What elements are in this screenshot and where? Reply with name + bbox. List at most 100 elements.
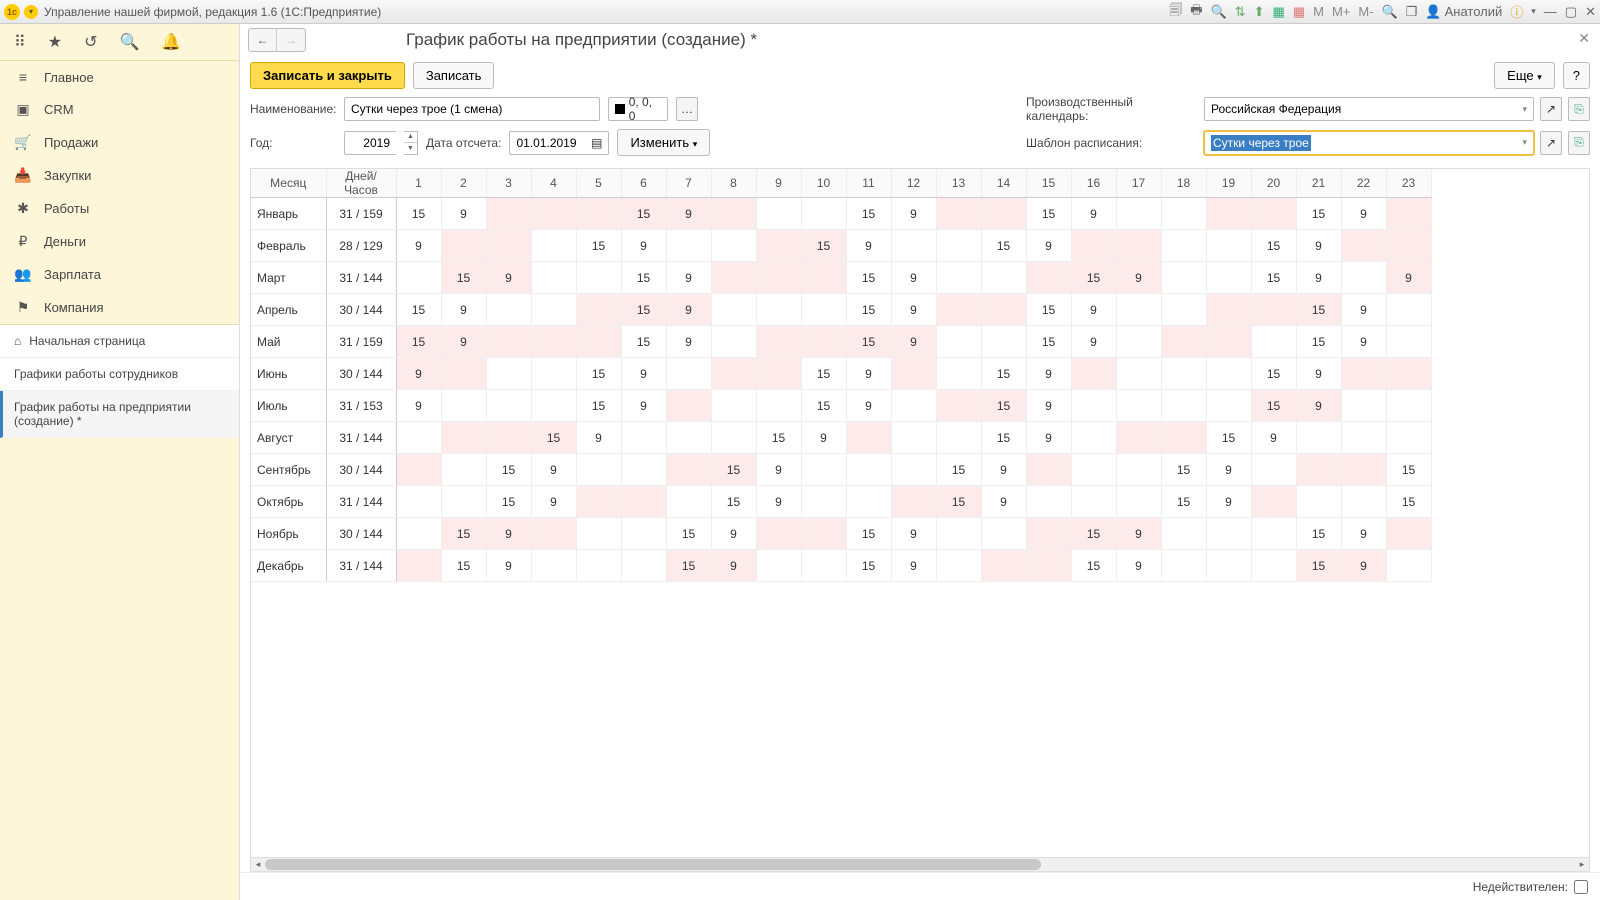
grid-day-cell[interactable] [1206,230,1251,262]
grid-day-cell[interactable] [1161,230,1206,262]
grid-day-cell[interactable]: 15 [981,390,1026,422]
grid-day-cell[interactable]: 15 [981,422,1026,454]
grid-day-cell[interactable]: 15 [1296,550,1341,582]
grid-day-cell[interactable]: 9 [846,390,891,422]
grid-day-cell[interactable] [1116,454,1161,486]
grid-day-cell[interactable]: 9 [981,486,1026,518]
grid-day-cell[interactable]: 15 [531,422,576,454]
grid-day-cell[interactable] [576,550,621,582]
grid-day-cell[interactable] [441,454,486,486]
grid-day-cell[interactable]: 15 [981,358,1026,390]
grid-day-cell[interactable] [1206,198,1251,230]
schedule-grid-scroll[interactable]: МесяцДней/Часов1234567891011121314151617… [250,168,1590,858]
grid-day-cell[interactable] [576,262,621,294]
grid-day-cell[interactable] [711,422,756,454]
save-icon[interactable]: 🗐 [1169,1,1182,23]
change-button[interactable]: Изменить ▾ [617,129,710,156]
grid-day-cell[interactable]: 9 [441,326,486,358]
grid-day-cell[interactable] [1071,390,1116,422]
save-button[interactable]: Записать [413,62,495,89]
grid-day-cell[interactable]: 9 [756,486,801,518]
color-field[interactable]: 0, 0, 0 [608,97,668,121]
grid-day-cell[interactable] [711,262,756,294]
grid-day-cell[interactable] [1341,390,1386,422]
grid-day-cell[interactable] [801,294,846,326]
grid-day-cell[interactable]: 15 [576,230,621,262]
grid-day-cell[interactable] [711,358,756,390]
sidebar-item-6[interactable]: 👥Зарплата [0,258,239,291]
sidebar-item-2[interactable]: 🛒Продажи [0,126,239,159]
grid-day-cell[interactable] [756,358,801,390]
grid-day-cell[interactable]: 15 [486,454,531,486]
grid-day-cell[interactable] [1116,294,1161,326]
grid-day-cell[interactable] [1386,358,1431,390]
more-button[interactable]: Еще ▾ [1494,62,1555,89]
grid-day-cell[interactable]: 9 [666,294,711,326]
grid-day-cell[interactable] [756,198,801,230]
grid-day-cell[interactable]: 9 [1071,198,1116,230]
grid-day-cell[interactable] [756,230,801,262]
grid-day-cell[interactable] [1071,454,1116,486]
grid-day-cell[interactable] [621,486,666,518]
chevron-down-icon[interactable]: ▾ [1522,137,1527,148]
grid-day-cell[interactable] [1026,518,1071,550]
grid-day-cell[interactable] [531,550,576,582]
color-picker-button[interactable]: … [676,97,698,121]
grid-day-cell[interactable] [756,262,801,294]
grid-day-cell[interactable] [981,518,1026,550]
calendar-open-button[interactable]: ↗ [1540,97,1562,121]
grid-day-cell[interactable] [711,230,756,262]
grid-day-cell[interactable] [1296,486,1341,518]
grid-day-cell[interactable]: 15 [1296,326,1341,358]
grid-day-cell[interactable]: 15 [486,486,531,518]
grid-day-cell[interactable] [801,326,846,358]
grid-day-cell[interactable]: 9 [1296,358,1341,390]
grid-day-cell[interactable] [1251,198,1296,230]
grid-day-cell[interactable] [1116,486,1161,518]
grid-day-cell[interactable]: 9 [1251,422,1296,454]
grid-day-cell[interactable] [801,550,846,582]
grid-day-cell[interactable]: 15 [711,454,756,486]
grid-day-cell[interactable]: 15 [1071,262,1116,294]
grid-day-cell[interactable]: 9 [1296,262,1341,294]
grid-day-cell[interactable] [1116,326,1161,358]
grid-day-cell[interactable] [801,262,846,294]
grid-day-cell[interactable] [441,486,486,518]
grid-day-cell[interactable]: 9 [1026,230,1071,262]
grid-day-cell[interactable] [891,390,936,422]
sidebar-item-3[interactable]: 📥Закупки [0,159,239,192]
grid-day-cell[interactable]: 15 [1251,230,1296,262]
grid-day-cell[interactable] [1161,358,1206,390]
calendar-input[interactable] [1211,102,1518,116]
grid-day-cell[interactable]: 9 [1206,486,1251,518]
grid-day-cell[interactable]: 9 [1341,550,1386,582]
grid-day-cell[interactable] [981,294,1026,326]
grid-day-cell[interactable] [936,390,981,422]
calc-icon[interactable]: ▦ [1273,4,1285,20]
grid-day-cell[interactable]: 15 [846,550,891,582]
grid-day-cell[interactable] [666,454,711,486]
grid-day-cell[interactable] [576,294,621,326]
grid-day-cell[interactable]: 9 [486,262,531,294]
grid-day-cell[interactable] [1026,454,1071,486]
grid-day-cell[interactable]: 15 [576,390,621,422]
grid-day-cell[interactable]: 15 [846,326,891,358]
grid-day-cell[interactable] [1206,550,1251,582]
grid-day-cell[interactable]: 15 [801,390,846,422]
grid-day-cell[interactable] [1206,518,1251,550]
grid-day-cell[interactable] [801,518,846,550]
nav-back-button[interactable]: ← [249,29,277,51]
grid-day-cell[interactable] [1386,198,1431,230]
grid-day-cell[interactable]: 15 [666,518,711,550]
grid-day-cell[interactable] [576,326,621,358]
grid-day-cell[interactable]: 9 [1026,422,1071,454]
grid-day-cell[interactable]: 9 [891,294,936,326]
grid-day-cell[interactable] [1386,390,1431,422]
grid-day-cell[interactable]: 15 [846,198,891,230]
sidebar-item-4[interactable]: ✱Работы [0,192,239,225]
history-icon[interactable]: ↺ [84,32,97,52]
grid-day-cell[interactable] [891,358,936,390]
grid-day-cell[interactable]: 15 [1386,454,1431,486]
grid-day-cell[interactable] [666,422,711,454]
grid-day-cell[interactable] [621,550,666,582]
